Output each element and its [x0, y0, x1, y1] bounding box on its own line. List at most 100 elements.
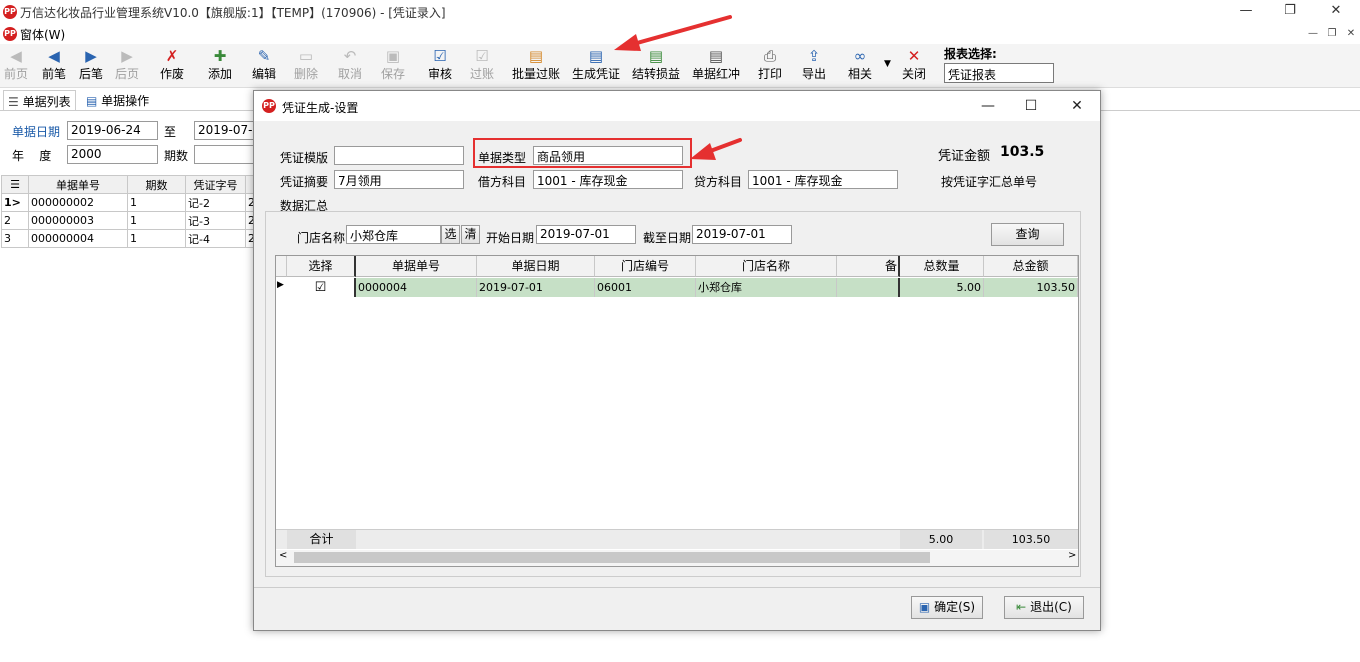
toolbar-button-17[interactable]: ⇪ 导出	[796, 46, 832, 86]
col-header-note: 备	[837, 256, 900, 277]
mdi-minimize-icon[interactable]: —	[1306, 27, 1320, 41]
cell-doc-date: 2019-07-01	[477, 278, 595, 297]
toolbar-button-label: 后页	[114, 67, 139, 81]
store-choose-button[interactable]: 选	[441, 225, 460, 244]
toolbar-button-18[interactable]: ∞ 相关	[846, 46, 874, 86]
dropdown-caret-icon[interactable]: ▼	[884, 59, 891, 69]
toolbar-button-label: 结转损益	[631, 67, 680, 81]
start-date-input[interactable]: 2019-07-01	[536, 225, 636, 244]
toolbar-button-0[interactable]: ◀ 前页	[0, 46, 32, 86]
col-header-total-qty: 总数量	[900, 256, 984, 277]
cell-voucher: 记-2	[185, 193, 246, 212]
toolbar-button-12[interactable]: ▤ 批量过账	[508, 46, 564, 86]
minimize-icon[interactable]: —	[1238, 3, 1254, 19]
mdi-restore-icon[interactable]: ❐	[1325, 27, 1339, 41]
row-selector-header	[276, 256, 287, 277]
template-input[interactable]	[334, 146, 464, 165]
table-row[interactable]: 1> 000000002 1 记-2 2	[1, 193, 258, 212]
toolbar-button-1[interactable]: ◀ 前笔	[38, 46, 70, 86]
toolbar-button-label: 单据红冲	[691, 67, 740, 81]
toolbar-button-16[interactable]: ⎙ 打印	[752, 46, 788, 86]
summary-input[interactable]: 7月领用	[334, 170, 464, 189]
date-from-input[interactable]: 2019-06-24	[67, 121, 158, 140]
carry-forward-icon: ▤	[648, 47, 664, 65]
toolbar-button-19[interactable]: ✕ 关闭	[896, 46, 932, 86]
toolbar-button-8[interactable]: ↶ 取消	[332, 46, 368, 86]
toolbar-button-11[interactable]: ☑ 过账	[464, 46, 500, 86]
cell-total-qty: 5.00	[900, 278, 984, 297]
toolbar-button-3[interactable]: ▶ 后页	[111, 46, 143, 86]
row-index: 2	[1, 211, 29, 230]
dialog-maximize-icon[interactable]: ☐	[1021, 96, 1041, 116]
scroll-left-icon[interactable]: <	[279, 550, 287, 561]
cell-period: 1	[127, 229, 186, 248]
debit-input[interactable]: 1001 - 库存现金	[533, 170, 683, 189]
period-input[interactable]	[194, 145, 254, 164]
start-date-label: 开始日期	[486, 231, 535, 245]
restore-icon[interactable]: ❐	[1282, 3, 1298, 19]
tab-label: 单据列表	[22, 95, 71, 109]
toolbar-button-label: 前笔	[41, 67, 66, 81]
toolbar-button-label: 过账	[469, 67, 494, 81]
store-label: 门店名称	[297, 231, 346, 245]
store-clear-button[interactable]: 清	[461, 225, 480, 244]
save-icon: ▣	[385, 47, 401, 65]
total-qty: 5.00	[900, 530, 982, 549]
tab-document-list[interactable]: ☰ 单据列表	[3, 90, 76, 110]
form-icon: ▤	[86, 94, 98, 108]
mdi-close-icon[interactable]: ✕	[1344, 27, 1358, 41]
app-logo-icon: PP	[3, 5, 17, 19]
toolbar-button-label: 相关	[847, 67, 872, 81]
toolbar-button-label: 后笔	[78, 67, 103, 81]
toolbar-button-2[interactable]: ▶ 后笔	[75, 46, 107, 86]
table-row[interactable]: 3 000000004 1 记-4 2	[1, 229, 258, 248]
date-label: 单据日期	[12, 125, 61, 139]
summary-label: 凭证摘要	[280, 175, 329, 189]
report-select-input[interactable]: 凭证报表	[944, 63, 1054, 83]
end-date-input[interactable]: 2019-07-01	[692, 225, 792, 244]
batch-post-icon: ▤	[528, 47, 544, 65]
post-icon: ☑	[475, 47, 489, 65]
col-header-doc-date: 单据日期	[477, 256, 595, 277]
void-icon: ✗	[165, 47, 179, 65]
confirm-button[interactable]: ▣ 确定(S)	[911, 596, 983, 619]
store-input[interactable]: 小郑仓库	[346, 225, 441, 244]
toolbar-button-5[interactable]: ✚ 添加	[202, 46, 238, 86]
tab-document-operation[interactable]: ▤ 单据操作	[82, 90, 153, 110]
dialog-close-icon[interactable]: ✕	[1067, 96, 1087, 116]
toolbar-button-15[interactable]: ▤ 单据红冲	[688, 46, 744, 86]
date-to-input[interactable]: 2019-07-0	[194, 121, 254, 140]
table-row[interactable]: 2 000000003 1 记-3 2	[1, 211, 258, 230]
toolbar-button-14[interactable]: ▤ 结转损益	[628, 46, 684, 86]
toolbar-button-label: 作废	[159, 67, 184, 81]
menu-window[interactable]: 窗体(W)	[20, 26, 65, 43]
toolbar-button-7[interactable]: ▭ 删除	[288, 46, 324, 86]
toolbar-button-label: 编辑	[251, 67, 276, 81]
generate-voucher-icon: ▤	[588, 47, 604, 65]
group-note: 按凭证字汇总单号	[941, 175, 1038, 189]
cell-period: 1	[127, 193, 186, 212]
exit-button[interactable]: ⇤ 退出(C)	[1004, 596, 1084, 619]
toolbar-button-10[interactable]: ☑ 审核	[422, 46, 458, 86]
toolbar-button-6[interactable]: ✎ 编辑	[246, 46, 282, 86]
toolbar-button-13[interactable]: ▤ 生成凭证	[568, 46, 624, 86]
amount-value: 103.5	[1000, 144, 1045, 160]
toolbar-button-label: 批量过账	[511, 67, 560, 81]
toolbar-button-label: 生成凭证	[571, 67, 620, 81]
menu-bar: PP 窗体(W)	[0, 24, 1360, 44]
doctype-input[interactable]: 商品领用	[533, 146, 683, 165]
scrollbar-thumb[interactable]	[294, 552, 930, 563]
add-icon: ✚	[213, 47, 227, 65]
toolbar-button-label: 前页	[3, 67, 28, 81]
window-close-icon[interactable]: ✕	[1328, 3, 1344, 19]
row-select-checkbox[interactable]: ☑	[287, 278, 356, 297]
year-input[interactable]: 2000	[67, 145, 158, 164]
toolbar-button-4[interactable]: ✗ 作废	[154, 46, 190, 86]
credit-input[interactable]: 1001 - 库存现金	[748, 170, 898, 189]
cell-no: 000000003	[28, 211, 128, 230]
toolbar-button-9[interactable]: ▣ 保存	[375, 46, 411, 86]
query-button[interactable]: 查询	[991, 223, 1064, 246]
exit-icon: ⇤	[1016, 600, 1027, 614]
dialog-minimize-icon[interactable]: —	[978, 96, 998, 116]
scroll-right-icon[interactable]: >	[1068, 550, 1076, 561]
